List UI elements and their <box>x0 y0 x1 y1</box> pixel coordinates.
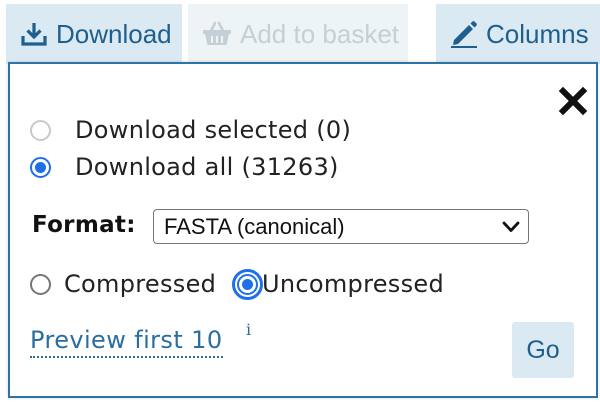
download-all-radio[interactable] <box>30 156 51 178</box>
results-toolbar: Download Add to basket Columns <box>0 0 600 64</box>
uncompressed-option[interactable]: Uncompressed <box>232 268 444 300</box>
add-to-basket-button[interactable]: Add to basket <box>188 4 408 64</box>
uncompressed-label: Uncompressed <box>262 270 444 298</box>
download-selected-radio[interactable] <box>30 119 51 141</box>
format-selected-value: FASTA (canonical) <box>164 213 345 239</box>
preview-first-10-link[interactable]: Preview first 10 <box>30 326 223 358</box>
add-to-basket-label: Add to basket <box>240 18 399 49</box>
compressed-option[interactable]: Compressed <box>30 270 216 298</box>
info-icon[interactable]: i <box>246 320 251 339</box>
columns-button[interactable]: Columns <box>436 4 600 64</box>
download-selected-label: Download selected (0) <box>75 116 352 144</box>
download-button[interactable]: Download <box>6 4 182 64</box>
pencil-icon <box>451 21 477 48</box>
download-popover: Download selected (0) Download all (3126… <box>8 62 598 398</box>
uncompressed-radio[interactable] <box>232 268 263 300</box>
download-selected-option[interactable]: Download selected (0) <box>30 116 351 144</box>
compressed-radio[interactable] <box>30 273 51 295</box>
columns-button-label: Columns <box>486 18 589 49</box>
go-button[interactable]: Go <box>512 322 574 378</box>
download-icon <box>21 23 47 46</box>
basket-icon <box>203 21 231 45</box>
download-all-option[interactable]: Download all (31263) <box>30 153 339 181</box>
download-all-label: Download all (31263) <box>75 153 339 181</box>
close-icon[interactable] <box>558 86 588 116</box>
chevron-down-icon <box>502 221 520 232</box>
download-button-label: Download <box>56 18 172 49</box>
format-select[interactable]: FASTA (canonical) <box>153 209 529 244</box>
format-label: Format: <box>32 212 136 238</box>
compressed-label: Compressed <box>64 270 217 298</box>
